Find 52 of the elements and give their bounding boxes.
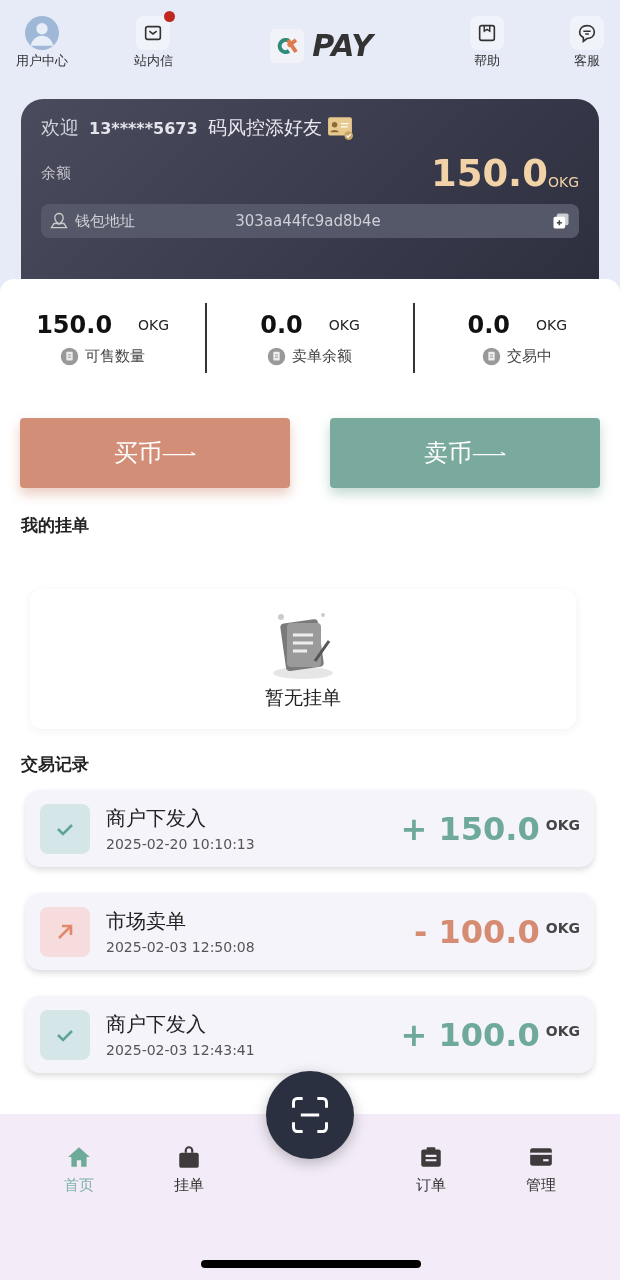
balance-amount: 150.0 — [430, 155, 548, 192]
section-title: 交易记录 — [20, 753, 90, 776]
tab-item[interactable]: 管理 — [486, 1144, 596, 1195]
currency-unit: OKG — [536, 316, 568, 333]
transaction-amount: - 100.0 — [414, 912, 540, 951]
avatar-icon — [25, 16, 59, 50]
empty-message: 暂无挂单 — [265, 685, 341, 710]
wallet-label: 钱包地址 — [75, 211, 135, 231]
tab-item[interactable]: 订单 — [376, 1144, 486, 1195]
chat-icon — [576, 22, 598, 44]
location-icon — [49, 211, 69, 231]
transaction-amount: + 100.0 — [400, 1015, 540, 1054]
transaction-time: 2025-02-03 12:50:08 — [106, 939, 256, 955]
section-title: 我的挂单 — [20, 514, 90, 537]
logo-icon — [270, 28, 305, 63]
stat-label: 卖单余额 — [292, 346, 353, 366]
copy-icon — [551, 211, 571, 231]
tab-item[interactable]: 挂单 — [134, 1144, 244, 1195]
currency-unit: OKG — [545, 816, 580, 833]
transaction-title: 市场卖单 — [106, 908, 187, 935]
help-button[interactable]: 帮助 — [462, 10, 513, 70]
bag-icon — [176, 1144, 202, 1170]
id-card-icon — [325, 115, 354, 141]
transaction-title: 商户下发入 — [106, 1011, 207, 1038]
stat-value: 150.0 — [36, 310, 113, 339]
stat-value: 0.0 — [260, 310, 303, 339]
transaction-amount: + 150.0 — [400, 809, 540, 848]
account-tag: 码风控添好友 — [207, 115, 322, 141]
transaction-title: 商户下发入 — [106, 805, 207, 832]
transaction-time: 2025-02-20 10:10:13 — [106, 836, 256, 852]
customer-service-button[interactable]: 客服 — [562, 10, 612, 70]
clipboard-icon — [418, 1144, 444, 1170]
currency-unit: OKG — [547, 174, 579, 190]
welcome-text: 欢迎 — [41, 115, 79, 140]
phone-number: 13*****5673 — [89, 118, 198, 138]
currency-unit: OKG — [138, 316, 170, 333]
stat-label: 可售数量 — [85, 346, 146, 366]
document-icon — [267, 346, 287, 366]
transaction-time: 2025-02-03 12:43:41 — [106, 1042, 256, 1058]
currency-unit: OKG — [328, 316, 360, 333]
logo-text: PAY — [312, 28, 373, 63]
stat-label: 交易中 — [507, 346, 553, 366]
document-icon — [60, 346, 80, 366]
currency-unit: OKG — [545, 1022, 580, 1039]
balance-label: 余额 — [41, 164, 71, 183]
document-icon — [482, 346, 502, 366]
wallet-address: 303aa44fc9ad8b4e — [234, 212, 382, 230]
copy-button[interactable] — [551, 211, 571, 231]
messages-button[interactable]: 站内信 — [125, 10, 181, 70]
currency-unit: OKG — [545, 919, 580, 936]
user-center-button[interactable]: 用户中心 — [8, 10, 76, 70]
stat-value: 0.0 — [467, 310, 511, 339]
